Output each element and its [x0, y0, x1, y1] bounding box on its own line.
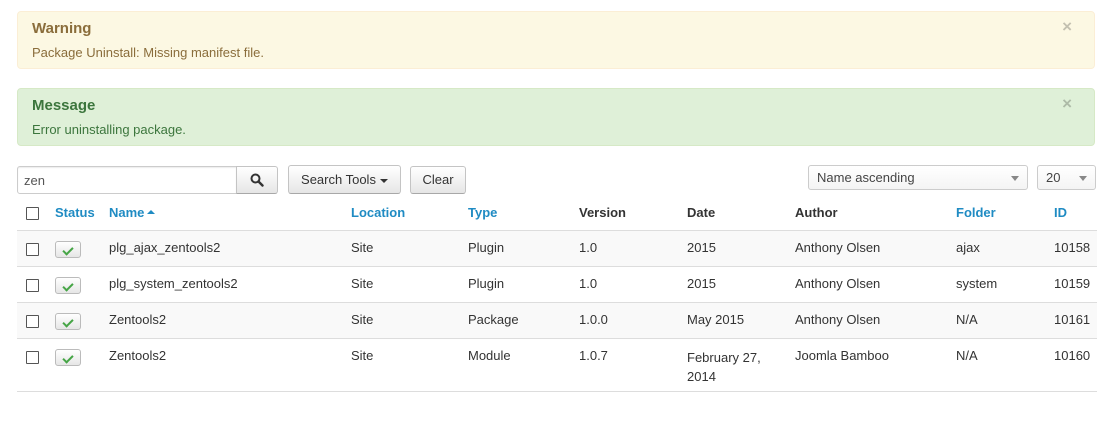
- ordering-select[interactable]: Name ascending: [808, 165, 1028, 190]
- row-checkbox[interactable]: [26, 243, 39, 256]
- status-cell: [55, 230, 109, 267]
- check-all-checkbox[interactable]: [26, 207, 39, 221]
- header-version: Version: [579, 195, 687, 231]
- status-cell: [55, 302, 109, 339]
- message-alert: Message Error uninstalling package. ×: [17, 88, 1095, 146]
- author-cell: Anthony Olsen: [795, 302, 956, 339]
- row-checkbox-cell: [17, 266, 55, 303]
- table-row: Zentools2 Site Module 1.0.7 February 27,…: [17, 338, 1097, 392]
- type-cell: Package: [468, 302, 579, 339]
- check-icon: [62, 352, 74, 364]
- folder-cell: ajax: [956, 230, 1054, 267]
- type-cell: Module: [468, 338, 579, 392]
- version-cell: 1.0.0: [579, 302, 687, 339]
- table-header-row: Status Name Location Type Version Date A…: [17, 195, 1097, 231]
- header-folder[interactable]: Folder: [956, 195, 1054, 231]
- status-toggle-button[interactable]: [55, 277, 81, 294]
- warning-alert-text: Package Uninstall: Missing manifest file…: [32, 45, 264, 60]
- date-cell: 2015: [687, 230, 795, 267]
- close-icon[interactable]: ×: [1062, 95, 1072, 112]
- warning-alert-title: Warning: [32, 20, 92, 37]
- location-cell: Site: [351, 338, 468, 392]
- folder-cell: system: [956, 266, 1054, 303]
- date-cell: February 27, 2014: [687, 338, 795, 392]
- header-checkall-cell: [17, 195, 55, 231]
- header-id[interactable]: ID: [1054, 195, 1097, 231]
- author-cell: Joomla Bamboo: [795, 338, 956, 392]
- row-checkbox[interactable]: [26, 351, 39, 364]
- type-cell: Plugin: [468, 266, 579, 303]
- ordering-select-value: Name ascending: [817, 170, 915, 185]
- status-toggle-button[interactable]: [55, 241, 81, 258]
- name-cell: Zentools2: [109, 302, 351, 339]
- folder-cell: N/A: [956, 338, 1054, 392]
- clear-button[interactable]: Clear: [410, 166, 466, 194]
- id-cell: 10161: [1054, 302, 1097, 339]
- caret-down-icon: [379, 178, 388, 183]
- search-input[interactable]: [17, 166, 237, 194]
- extensions-table: Status Name Location Type Version Date A…: [17, 195, 1097, 392]
- name-cell: plg_system_zentools2: [109, 266, 351, 303]
- id-cell: 10160: [1054, 338, 1097, 392]
- check-icon: [62, 244, 74, 256]
- chevron-down-icon: [1011, 176, 1019, 181]
- sort-ascending-icon: [147, 209, 156, 214]
- status-toggle-button[interactable]: [55, 349, 81, 366]
- header-type[interactable]: Type: [468, 195, 579, 231]
- version-cell: 1.0: [579, 266, 687, 303]
- type-cell: Plugin: [468, 230, 579, 267]
- row-checkbox-cell: [17, 230, 55, 267]
- check-icon: [62, 316, 74, 328]
- table-row: plg_system_zentools2 Site Plugin 1.0 201…: [17, 266, 1097, 303]
- location-cell: Site: [351, 266, 468, 303]
- table-row: Zentools2 Site Package 1.0.0 May 2015 An…: [17, 302, 1097, 339]
- header-status[interactable]: Status: [55, 195, 109, 231]
- search-tools-button[interactable]: Search Tools: [288, 165, 401, 194]
- message-alert-text: Error uninstalling package.: [32, 122, 186, 137]
- author-cell: Anthony Olsen: [795, 230, 956, 267]
- check-icon: [62, 280, 74, 292]
- list-limit-value: 20: [1046, 170, 1061, 185]
- author-cell: Anthony Olsen: [795, 266, 956, 303]
- status-cell: [55, 266, 109, 303]
- status-toggle-button[interactable]: [55, 313, 81, 330]
- search-tools-label: Search Tools: [301, 172, 376, 187]
- header-author: Author: [795, 195, 956, 231]
- date-cell: 2015: [687, 266, 795, 303]
- name-cell: plg_ajax_zentools2: [109, 230, 351, 267]
- version-cell: 1.0: [579, 230, 687, 267]
- row-checkbox[interactable]: [26, 315, 39, 328]
- folder-cell: N/A: [956, 302, 1054, 339]
- location-cell: Site: [351, 302, 468, 339]
- warning-alert: Warning Package Uninstall: Missing manif…: [17, 11, 1095, 69]
- version-cell: 1.0.7: [579, 338, 687, 392]
- clear-label: Clear: [422, 172, 454, 187]
- location-cell: Site: [351, 230, 468, 267]
- row-checkbox[interactable]: [26, 279, 39, 292]
- header-name[interactable]: Name: [109, 195, 351, 231]
- search-icon: [250, 173, 264, 187]
- id-cell: 10159: [1054, 266, 1097, 303]
- row-checkbox-cell: [17, 302, 55, 339]
- date-cell: May 2015: [687, 302, 795, 339]
- row-checkbox-cell: [17, 338, 55, 392]
- status-cell: [55, 338, 109, 392]
- close-icon[interactable]: ×: [1062, 18, 1072, 35]
- header-location[interactable]: Location: [351, 195, 468, 231]
- table-row: plg_ajax_zentools2 Site Plugin 1.0 2015 …: [17, 230, 1097, 267]
- name-cell: Zentools2: [109, 338, 351, 392]
- header-name-label: Name: [109, 205, 145, 220]
- list-limit-select[interactable]: 20: [1037, 165, 1096, 190]
- chevron-down-icon: [1079, 176, 1087, 181]
- header-date: Date: [687, 195, 795, 231]
- search-button[interactable]: [236, 166, 278, 194]
- message-alert-title: Message: [32, 97, 96, 114]
- id-cell: 10158: [1054, 230, 1097, 267]
